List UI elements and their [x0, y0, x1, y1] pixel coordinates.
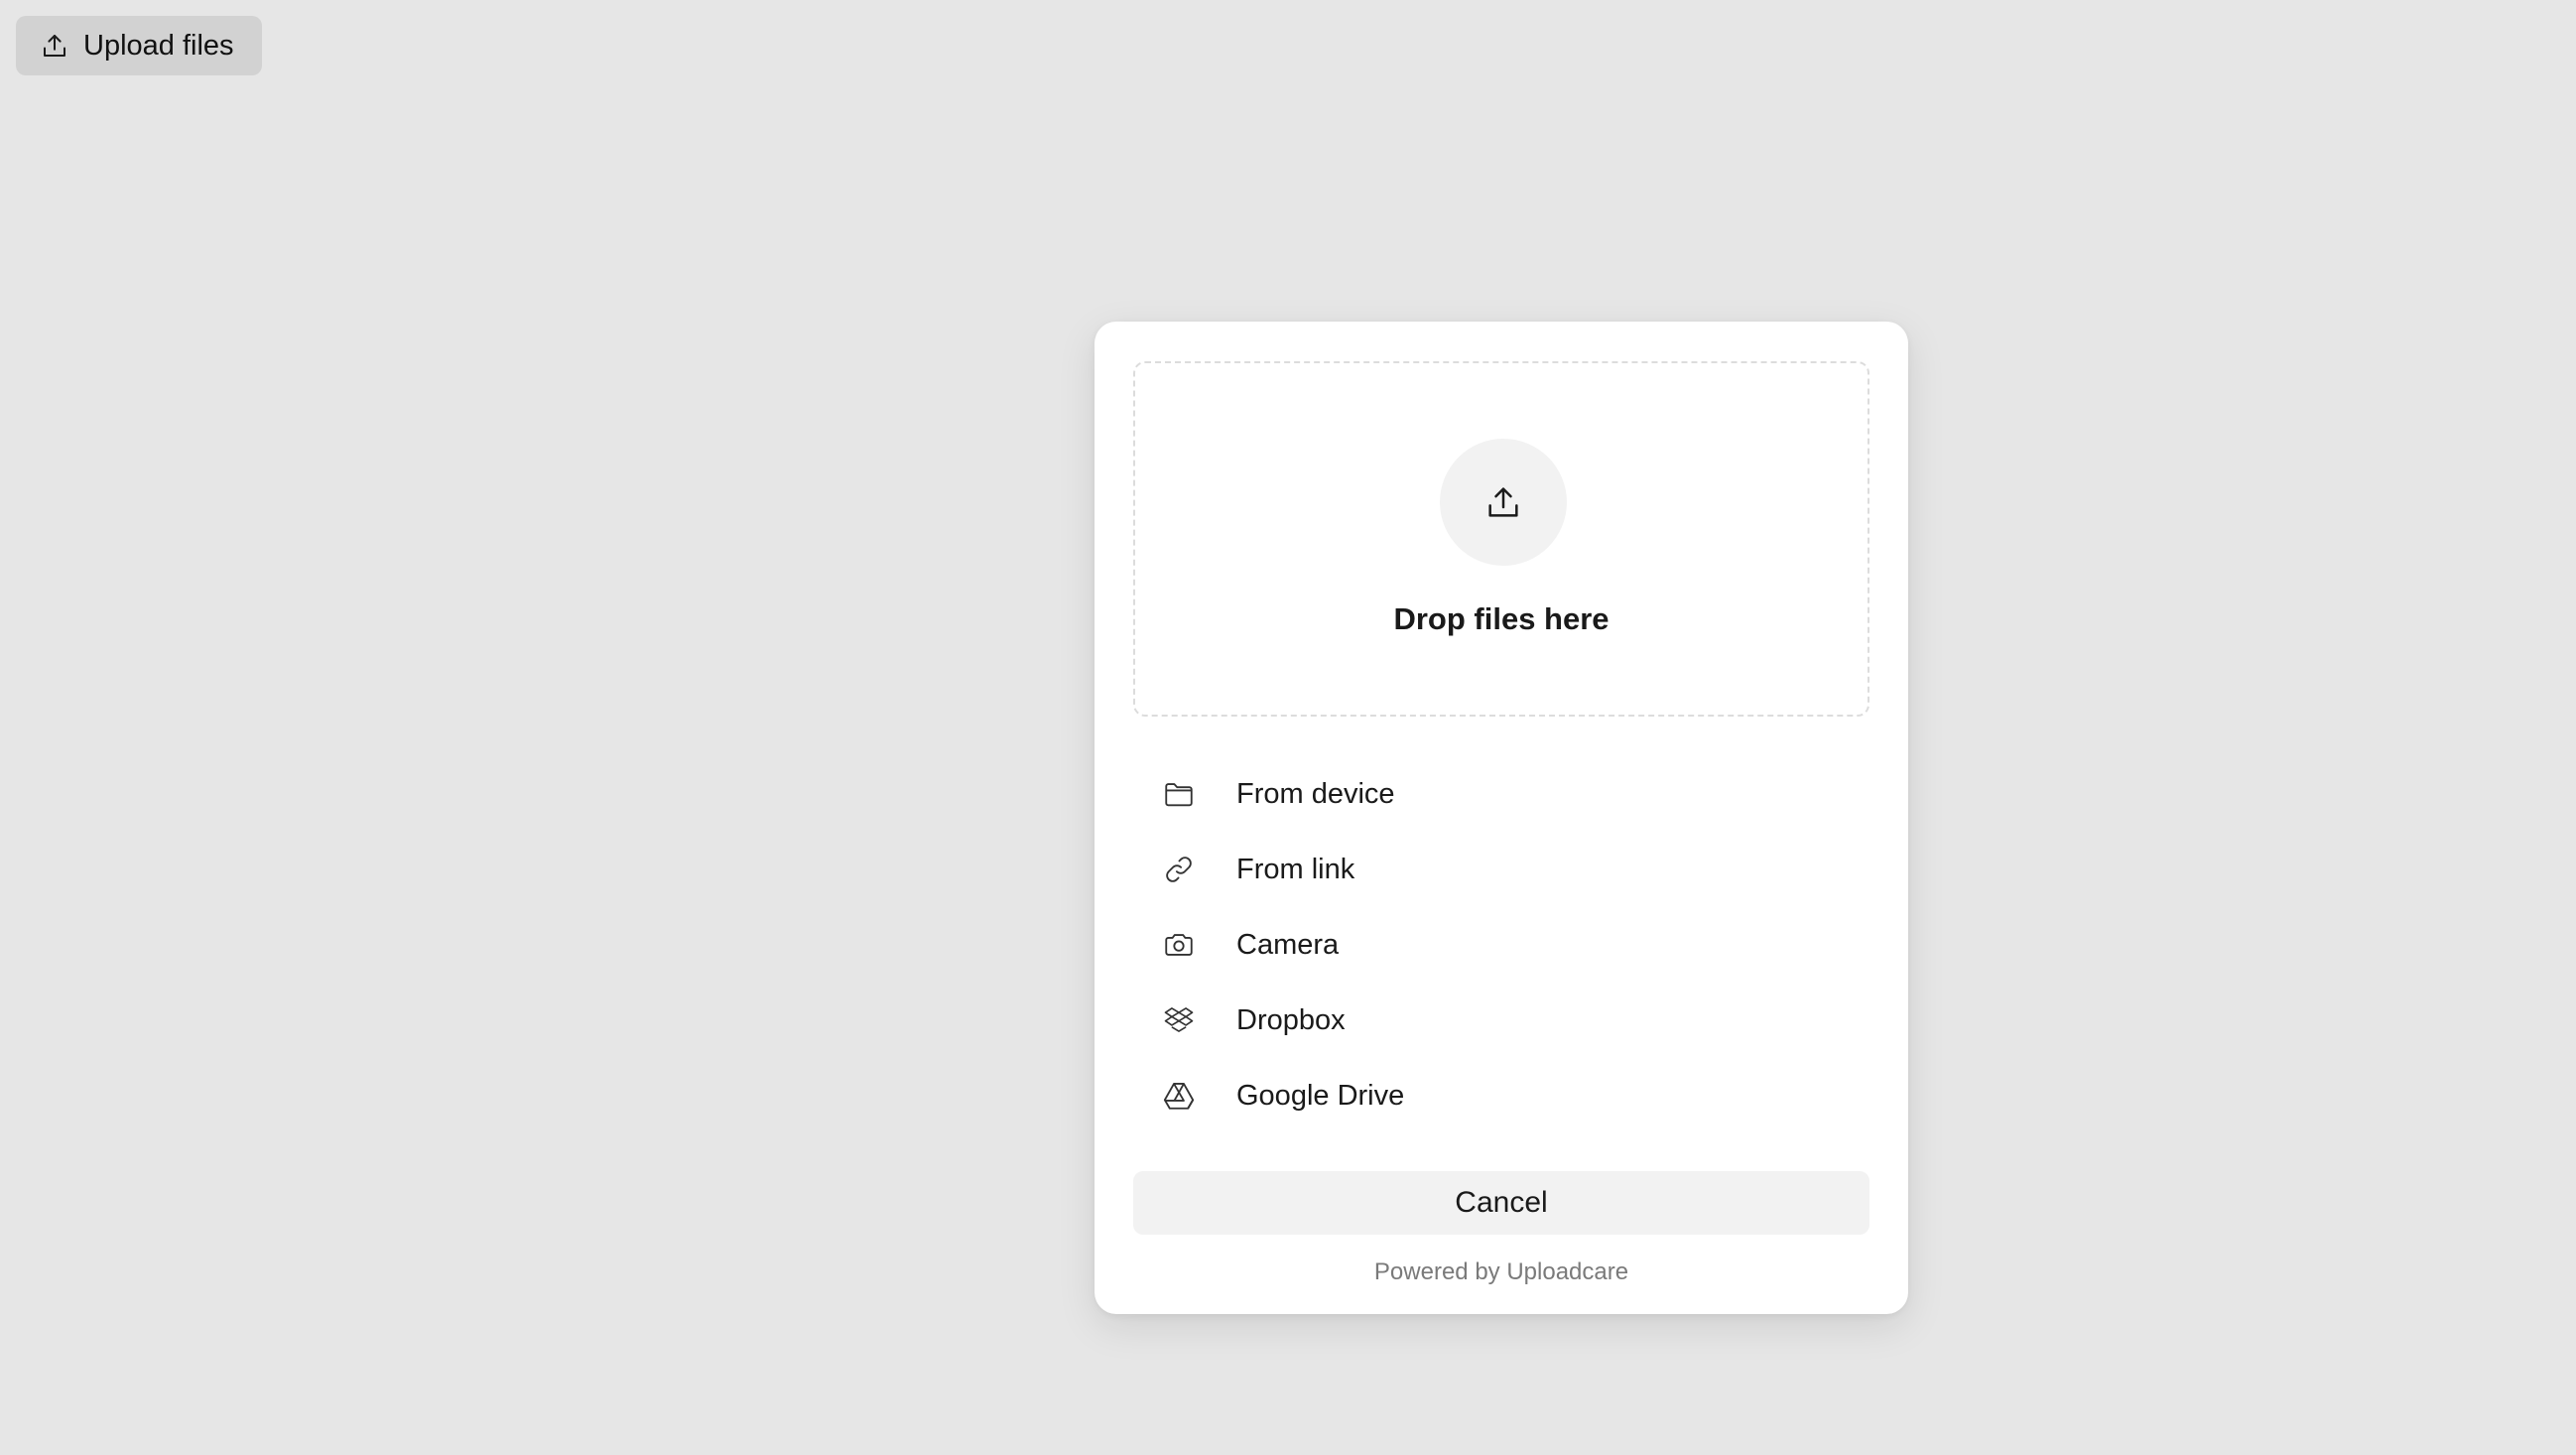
google-drive-icon	[1161, 1078, 1197, 1114]
source-label: From device	[1236, 777, 1395, 810]
source-label: Camera	[1236, 928, 1340, 961]
powered-by-text: Powered by Uploadcare	[1373, 1258, 1629, 1285]
source-dropbox[interactable]: Dropbox	[1133, 983, 1869, 1058]
upload-modal: Drop files here From device From link Ca…	[1095, 322, 1908, 1314]
source-list: From device From link Camera Dropbox Goo…	[1133, 756, 1869, 1133]
folder-icon	[1161, 776, 1197, 812]
drop-zone[interactable]: Drop files here	[1133, 361, 1869, 717]
camera-icon	[1161, 927, 1197, 963]
source-camera[interactable]: Camera	[1133, 907, 1869, 983]
link-icon	[1161, 852, 1197, 887]
upload-files-label: Upload files	[83, 29, 234, 62]
drop-files-text: Drop files here	[1393, 601, 1610, 636]
dropbox-icon	[1161, 1002, 1197, 1038]
source-from-link[interactable]: From link	[1133, 832, 1869, 907]
upload-icon	[1483, 482, 1523, 522]
drop-icon-circle	[1440, 439, 1567, 566]
source-label: Google Drive	[1236, 1079, 1405, 1112]
source-label: From link	[1236, 853, 1355, 885]
source-from-device[interactable]: From device	[1133, 756, 1869, 832]
source-label: Dropbox	[1236, 1003, 1346, 1036]
source-google-drive[interactable]: Google Drive	[1133, 1058, 1869, 1133]
upload-icon	[40, 31, 69, 61]
upload-files-button[interactable]: Upload files	[16, 16, 262, 75]
cancel-button[interactable]: Cancel	[1133, 1171, 1869, 1235]
